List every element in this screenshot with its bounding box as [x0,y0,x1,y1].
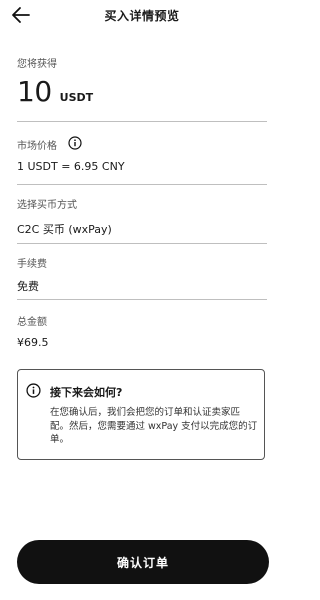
notice-box: 接下来会如何? 在您确认后，我们会把您的订单和认证卖家匹配。然后，您需要通过 w… [17,369,265,460]
notice-text: 在您确认后，我们会把您的订单和认证卖家匹配。然后，您需要通过 wxPay 支付以… [50,407,258,445]
amount-value: 10 [17,75,52,108]
market-price-section: 市场价格 [17,134,267,154]
info-icon [26,383,41,402]
header: 买入详情预览 [0,0,284,30]
fee-section: 手续费 [17,255,267,270]
payment-method-row[interactable]: C2C 买币 (wxPay) [17,221,267,237]
info-icon[interactable] [68,135,82,154]
receive-amount: 10 USDT [17,76,93,108]
fee-value: 免费 [17,280,39,293]
notice-title: 接下来会如何? [50,386,123,399]
confirm-order-button[interactable]: 确认订单 [17,540,269,584]
divider [17,299,267,300]
divider [17,243,267,244]
fee-row: 免费 [17,278,267,294]
receive-label: 您将获得 [17,59,57,70]
payment-method-label: 选择买币方式 [17,200,77,211]
divider [17,184,267,185]
divider [17,121,267,122]
receive-section: 您将获得 [17,55,267,70]
payment-method-section: 选择买币方式 [17,196,267,211]
page-title: 买入详情预览 [104,9,180,23]
payment-method-value[interactable]: C2C 买币 (wxPay) [17,221,267,237]
total-label: 总金额 [17,317,47,328]
total-section: 总金额 [17,313,267,328]
market-price-label: 市场价格 [17,141,57,152]
market-price-row: 1 USDT = 6.95 CNY [17,160,267,173]
amount-unit: USDT [59,91,94,104]
total-value: ¥69.5 [17,336,49,349]
total-row: ¥69.5 [17,336,267,349]
market-price-value: 1 USDT = 6.95 CNY [17,160,125,173]
fee-label: 手续费 [17,259,47,270]
